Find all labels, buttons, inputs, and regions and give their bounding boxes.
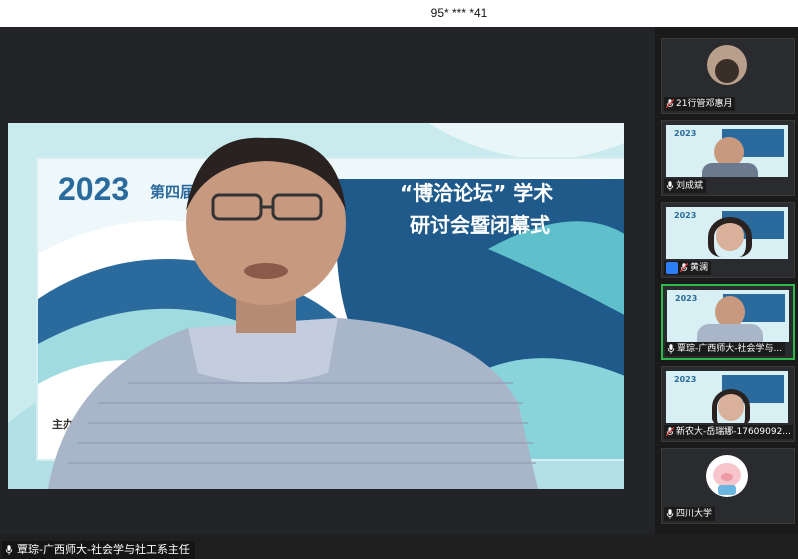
video-thumbnail: 2023 — [666, 207, 788, 259]
participant-tile[interactable]: 2023 新农大-岳瑞娜-17609092... — [661, 366, 795, 442]
main-video[interactable]: 2023 第四届 “博洽论坛” 学术 研讨会暨闭幕式 主办： — [8, 123, 624, 489]
participant-name: 21行管邓惠月 — [676, 99, 733, 109]
participant-tile[interactable]: 四川大学 — [661, 448, 795, 524]
active-speaker-label: 覃琮-广西师大-社会学与社工系主任 — [2, 541, 195, 559]
microphone-muted-icon — [680, 263, 688, 273]
avatar — [706, 455, 748, 497]
microphone-muted-icon — [666, 99, 674, 109]
microphone-icon — [666, 181, 674, 191]
participant-tile[interactable]: 21行管邓惠月 — [661, 38, 795, 114]
participant-tile-active[interactable]: 2023 覃琮-广西师大-社会学与... — [661, 284, 795, 360]
participant-label: 刘成斌 — [664, 179, 707, 193]
participant-label: 黄澜 — [664, 261, 712, 275]
participant-name: 四川大学 — [676, 509, 713, 519]
microphone-icon — [667, 344, 675, 354]
microphone-icon — [666, 509, 674, 519]
microphone-muted-icon — [666, 427, 674, 437]
participant-tile[interactable]: 2023 刘成斌 — [661, 120, 795, 196]
participant-label: 四川大学 — [664, 507, 716, 521]
participant-name: 黄澜 — [690, 263, 709, 273]
participant-name: 覃琮-广西师大-社会学与... — [677, 344, 783, 354]
host-icon — [666, 262, 678, 274]
speaker-name: 覃琮-广西师大-社会学与社工系主任 — [17, 543, 190, 556]
avatar — [707, 45, 747, 85]
main-stage: 2023 第四届 “博洽论坛” 学术 研讨会暨闭幕式 主办： 覃琮-广西师大-社… — [0, 27, 655, 559]
meeting-id: 95* *** *41 — [430, 6, 488, 20]
video-thumbnail: 2023 — [666, 371, 788, 423]
participant-name: 新农大-岳瑞娜-17609092... — [676, 427, 791, 437]
participant-label: 新农大-岳瑞娜-17609092... — [664, 425, 793, 439]
participant-label: 21行管邓惠月 — [664, 97, 736, 111]
participant-label: 覃琮-广西师大-社会学与... — [665, 342, 786, 356]
video-thumbnail: 2023 — [667, 290, 789, 342]
participant-name: 刘成斌 — [676, 181, 704, 191]
microphone-icon — [5, 545, 13, 555]
video-thumbnail: 2023 — [666, 125, 788, 177]
participant-gallery: 21行管邓惠月 2023 刘成斌 2023 黄澜 2023 覃琮-广西师大-社会… — [655, 27, 798, 535]
speaker-figure — [48, 137, 538, 489]
title-bar: 95* *** *41 — [0, 0, 798, 27]
participant-tile[interactable]: 2023 黄澜 — [661, 202, 795, 278]
